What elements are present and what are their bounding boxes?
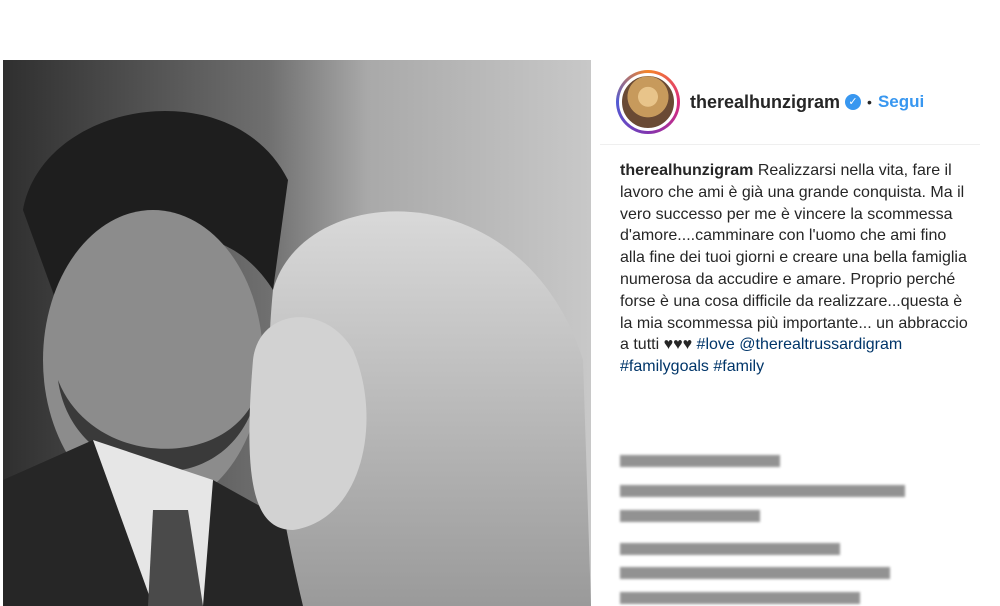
- blurred-comment: [620, 567, 920, 581]
- post-header: therealhunzigram ✓ • Segui: [600, 60, 980, 145]
- hashtag-familygoals[interactable]: #familygoals: [620, 358, 709, 375]
- hearts: ♥♥♥: [663, 336, 693, 354]
- post-photo[interactable]: [3, 60, 591, 606]
- post-panel: therealhunzigram ✓ • Segui therealhunzig…: [600, 60, 1000, 606]
- blurred-comment: [620, 510, 920, 524]
- caption-text: Realizzarsi nella vita, fare il lavoro c…: [620, 162, 968, 354]
- username[interactable]: therealhunzigram: [690, 92, 840, 113]
- hashtag-love[interactable]: #love: [697, 336, 735, 353]
- post-caption: therealhunzigram Realizzarsi nella vita,…: [620, 160, 970, 378]
- photo-illustration: [3, 60, 591, 606]
- blurred-comment: [620, 485, 920, 499]
- blurred-comment: [620, 455, 920, 469]
- blurred-comment: [620, 592, 920, 606]
- avatar[interactable]: [616, 70, 680, 134]
- caption-author[interactable]: therealhunzigram: [620, 162, 753, 179]
- verified-badge-icon: ✓: [845, 94, 862, 110]
- separator-dot: •: [867, 94, 872, 110]
- mention-link[interactable]: @therealtrussardigram: [739, 336, 902, 353]
- hashtag-family[interactable]: #family: [713, 358, 764, 375]
- avatar-image: [619, 73, 677, 131]
- blurred-comment: [620, 543, 920, 557]
- follow-button[interactable]: Segui: [878, 92, 924, 112]
